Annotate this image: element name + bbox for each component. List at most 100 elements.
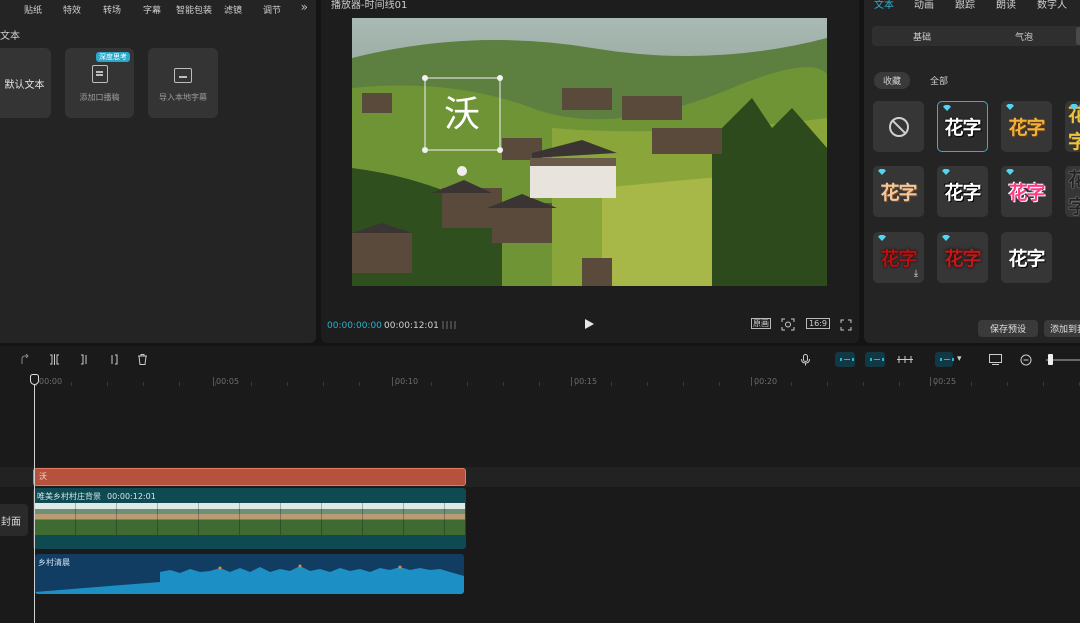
tab-animation[interactable]: 动画 xyxy=(914,0,934,11)
premium-gem-icon xyxy=(942,235,950,241)
style-preset-5[interactable]: 花字 xyxy=(937,166,988,217)
properties-panel: 文本 动画 跟踪 朗读 数字人 基础 气泡 收藏 全部 花字 花字 花字 花字 … xyxy=(864,0,1080,343)
style-preset-2[interactable]: 花字 xyxy=(1001,101,1052,152)
time-ruler[interactable]: 00:00 00:05 00:10 00:15 00:20 00:25 xyxy=(0,374,1080,388)
ruler-label: 00:15 xyxy=(570,377,598,386)
download-icon[interactable]: ⤓ xyxy=(914,269,918,279)
play-button[interactable] xyxy=(585,319,594,329)
segment-next[interactable] xyxy=(1076,27,1080,45)
tab-filters[interactable]: 滤镜 xyxy=(224,3,242,16)
premium-gem-icon xyxy=(943,105,951,111)
premium-gem-icon xyxy=(1006,104,1014,110)
deep-think-badge: 深度思考 xyxy=(96,52,130,62)
snap-toggle-icon[interactable] xyxy=(935,352,954,367)
split-icon[interactable] xyxy=(49,354,60,365)
preview-overlay-text[interactable]: 沃 xyxy=(444,94,480,135)
style-preset-9[interactable]: 花字 xyxy=(937,232,988,283)
premium-gem-icon xyxy=(878,169,886,175)
chip-all[interactable]: 全部 xyxy=(922,72,956,89)
tab-read-aloud[interactable]: 朗读 xyxy=(996,0,1016,11)
preview-frame: 沃 xyxy=(352,18,827,286)
tab-text[interactable]: 文本 xyxy=(874,0,894,11)
video-clip[interactable]: 唯美乡村村庄背景 00:00:12:01 xyxy=(33,488,466,549)
folder-icon xyxy=(174,68,192,83)
segment-basic[interactable]: 基础 xyxy=(913,30,931,43)
section-title: 文本 xyxy=(0,31,20,42)
zoom-out-icon[interactable] xyxy=(1020,354,1032,366)
link-toggle-icon[interactable] xyxy=(835,352,855,367)
text-clip-label: 沃 xyxy=(39,472,47,481)
tab-smart-pack[interactable]: 智能包装 xyxy=(176,3,212,16)
tab-captions[interactable]: 字幕 xyxy=(143,3,161,16)
add-voiceover-label: 添加口播稿 xyxy=(79,93,120,102)
tab-transitions[interactable]: 转场 xyxy=(103,3,121,16)
style-preset-3[interactable]: 花字 xyxy=(1065,101,1080,152)
ruler-label: 00:20 xyxy=(750,377,778,386)
more-tabs-icon[interactable]: » xyxy=(301,0,308,14)
cover-button[interactable]: 封面 xyxy=(0,504,28,536)
preview-axis-icon[interactable] xyxy=(896,354,914,365)
premium-gem-icon xyxy=(878,235,886,241)
player-title: 播放器-时间线01 xyxy=(331,0,408,11)
style-preset-6[interactable]: 花字 xyxy=(1001,166,1052,217)
player-menu-icon[interactable]: — xyxy=(835,0,845,5)
cover-label: 封面 xyxy=(1,516,21,528)
ruler-label: 00:00 xyxy=(35,377,63,386)
video-preview[interactable]: 沃 xyxy=(352,18,827,286)
total-time: 00:00:12:01 xyxy=(384,321,439,331)
premium-gem-icon xyxy=(1006,169,1014,175)
text-clip[interactable]: 沃 xyxy=(33,468,466,486)
playhead-handle[interactable] xyxy=(30,374,39,385)
timeline-panel: ▾ 00:00 00:05 00:10 00:15 00:20 00:25 沃 … xyxy=(0,346,1080,623)
ruler-label: 00:05 xyxy=(212,377,240,386)
video-clip-label: 唯美乡村村庄背景 00:00:12:01 xyxy=(37,491,156,502)
screenshot-icon[interactable] xyxy=(781,318,795,331)
fullscreen-icon[interactable] xyxy=(840,319,852,331)
aspect-ratio-button[interactable]: 16:9 xyxy=(806,318,830,329)
default-text-card[interactable]: 默认文本 xyxy=(0,48,51,118)
add-voiceover-script-card[interactable]: 深度思考 添加口播稿 xyxy=(65,48,134,118)
zoom-slider-handle[interactable] xyxy=(1048,354,1053,365)
ruler-label: 00:25 xyxy=(929,377,957,386)
tab-stickers[interactable]: 贴纸 xyxy=(24,3,42,16)
magnet-toggle-icon[interactable] xyxy=(865,352,885,367)
delete-icon[interactable] xyxy=(137,354,148,365)
player-panel: 播放器-时间线01 — xyxy=(321,0,859,343)
tab-effects[interactable]: 特效 xyxy=(63,3,81,16)
top-tab-bar: 贴纸 特效 转场 字幕 智能包装 滤镜 调节 » xyxy=(0,0,316,16)
fit-timeline-icon[interactable] xyxy=(989,354,1002,365)
chip-favorites[interactable]: 收藏 xyxy=(874,72,910,89)
style-segment-control: 基础 气泡 xyxy=(872,26,1080,46)
tab-adjust[interactable]: 调节 xyxy=(263,3,281,16)
mic-icon[interactable] xyxy=(800,354,811,366)
import-local-label: 导入本地字幕 xyxy=(159,93,207,102)
tab-digital-human[interactable]: 数字人 xyxy=(1037,0,1067,11)
style-preset-4[interactable]: 花字 xyxy=(873,166,924,217)
current-time: 00:00:00:00 xyxy=(327,321,382,331)
audio-waveform xyxy=(35,564,464,594)
style-none[interactable] xyxy=(873,101,924,152)
save-preset-button[interactable]: 保存预设 xyxy=(978,320,1038,337)
trim-right-icon[interactable] xyxy=(108,354,119,365)
chevron-down-icon[interactable]: ▾ xyxy=(957,354,962,365)
trim-left-icon[interactable] xyxy=(79,354,90,365)
ruler-label: 00:10 xyxy=(391,377,419,386)
style-preset-10[interactable]: 花字 xyxy=(1001,232,1052,283)
playhead-line[interactable] xyxy=(34,380,35,623)
segment-bubble[interactable]: 气泡 xyxy=(1015,30,1033,43)
default-text-label: 默认文本 xyxy=(4,79,45,91)
style-preset-7[interactable]: 花字 xyxy=(1065,166,1080,217)
quality-button[interactable]: 原画 xyxy=(751,318,771,329)
redo-icon[interactable] xyxy=(19,354,30,365)
video-clip-duration: 00:00:12:01 xyxy=(107,492,156,501)
add-to-mine-button[interactable]: 添加到我的 xyxy=(1044,320,1080,337)
premium-gem-icon xyxy=(942,169,950,175)
waveform-icon[interactable] xyxy=(441,320,459,330)
style-preset-1[interactable]: 花字 xyxy=(937,101,988,152)
tab-tracking[interactable]: 跟踪 xyxy=(955,0,975,11)
import-local-captions-card[interactable]: 导入本地字幕 xyxy=(148,48,218,118)
ruler-minor-ticks xyxy=(35,382,1080,386)
audio-clip[interactable]: 乡村清晨 xyxy=(35,554,464,594)
style-preset-8[interactable]: 花字 ⤓ xyxy=(873,232,924,283)
document-icon xyxy=(91,65,108,83)
